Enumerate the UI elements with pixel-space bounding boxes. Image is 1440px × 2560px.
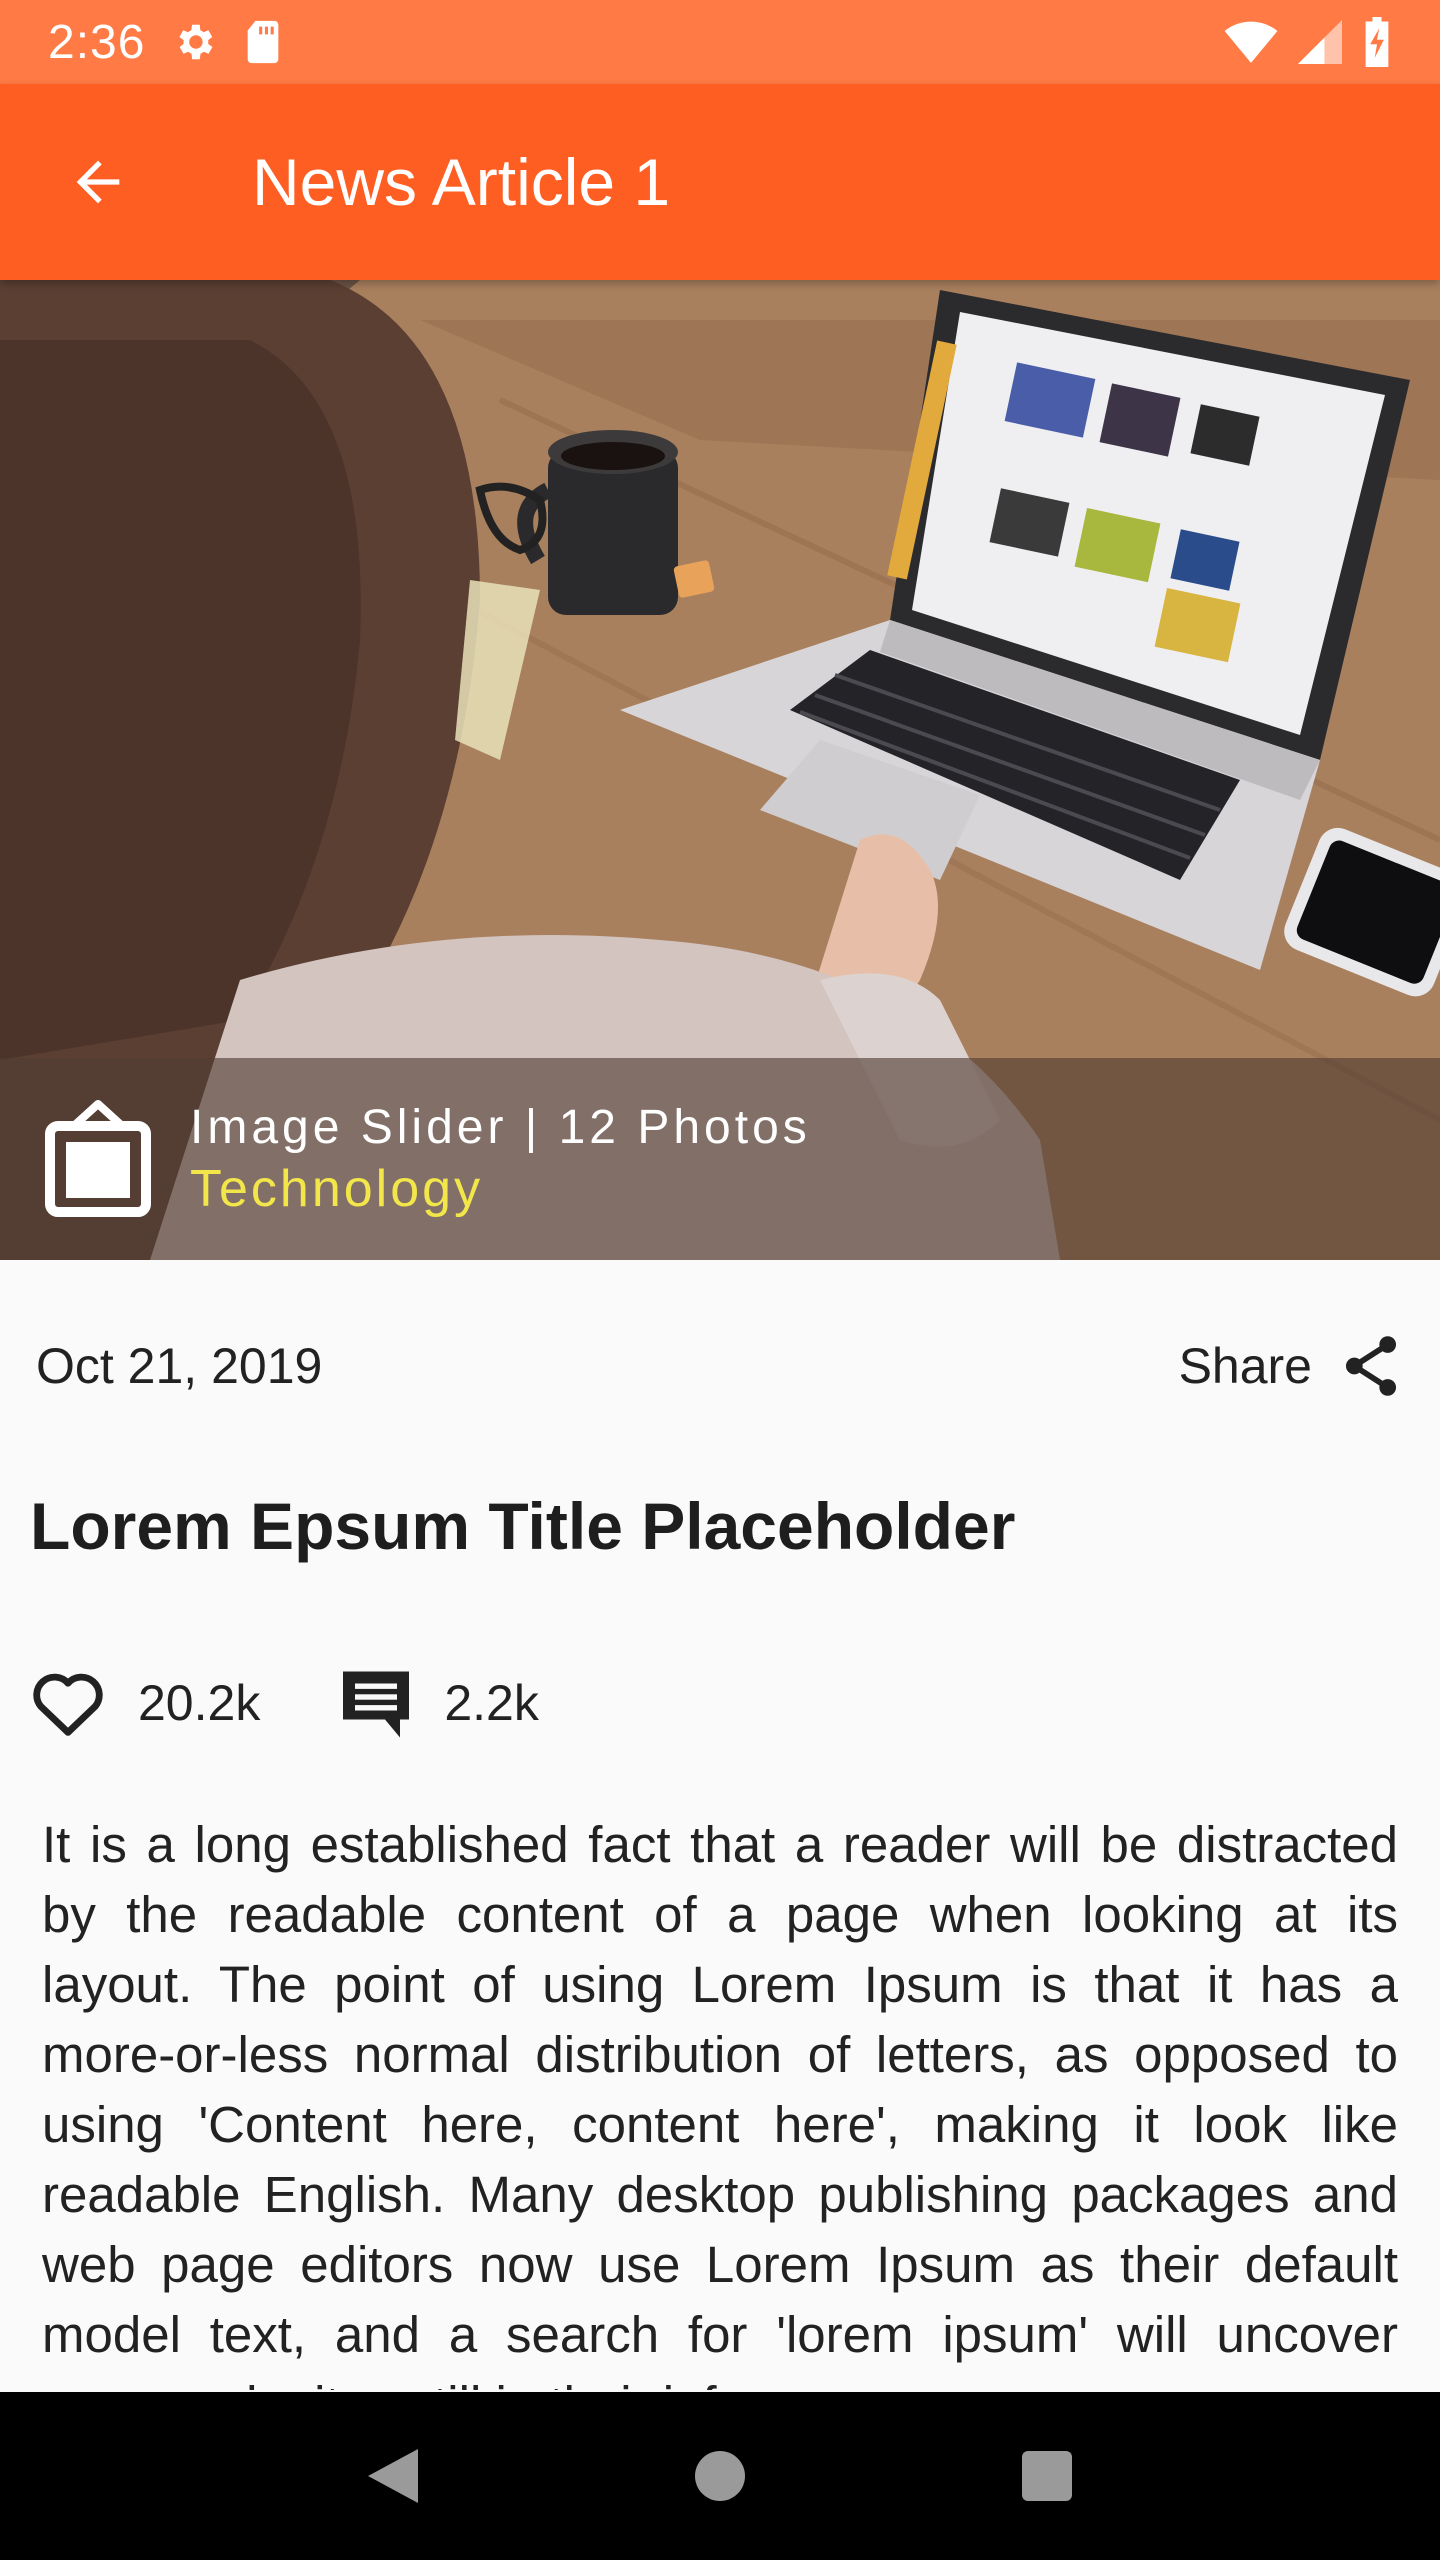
article-date: Oct 21, 2019 — [36, 1338, 323, 1394]
like-button[interactable]: 20.2k — [30, 1669, 260, 1737]
article-title: Lorem Epsum Title Placeholder — [30, 1489, 1016, 1563]
back-button[interactable] — [48, 132, 148, 232]
signal-icon — [1298, 20, 1342, 64]
app-bar: News Article 1 — [0, 84, 1440, 280]
wifi-icon — [1224, 20, 1278, 64]
arrow-back-icon — [76, 160, 120, 204]
stats-row: 20.2k 2.2k — [30, 1658, 539, 1748]
navigation-bar — [0, 2392, 1440, 2560]
nav-back-button[interactable] — [333, 2416, 453, 2536]
nav-recents-button[interactable] — [987, 2416, 1107, 2536]
share-icon — [1345, 1336, 1397, 1396]
gallery-caption: Image Slider | 12 Photos — [190, 1100, 811, 1154]
share-label: Share — [1178, 1338, 1312, 1394]
meta-row: Oct 21, 2019 Share — [36, 1326, 1400, 1406]
page-title: News Article 1 — [252, 145, 671, 219]
gear-icon — [171, 19, 217, 65]
heart-icon — [33, 1673, 103, 1736]
status-right — [1224, 17, 1392, 67]
category-label[interactable]: Technology — [190, 1159, 811, 1219]
status-time: 2:36 — [48, 15, 146, 69]
comment-button[interactable]: 2.2k — [340, 1668, 539, 1738]
caption-text: Image Slider | 12 Photos Technology — [190, 1100, 811, 1219]
back-triangle-icon — [368, 2449, 419, 2503]
like-count: 20.2k — [138, 1675, 261, 1731]
sd-card-icon — [243, 19, 283, 65]
comment-icon — [343, 1671, 410, 1738]
hero-image[interactable]: Image Slider | 12 Photos Technology — [0, 280, 1440, 1260]
comment-count: 2.2k — [444, 1675, 539, 1731]
battery-charging-icon — [1362, 17, 1392, 67]
gallery-icon — [42, 1100, 154, 1218]
hero-caption: Image Slider | 12 Photos Technology — [0, 1058, 1440, 1260]
status-left: 2:36 — [48, 15, 283, 70]
status-bar: 2:36 — [0, 0, 1440, 84]
recents-square-icon — [1021, 2451, 1072, 2501]
share-button[interactable]: Share — [1179, 1335, 1400, 1397]
article-body: It is a long established fact that a rea… — [42, 1816, 1398, 2390]
home-circle-icon — [694, 2451, 745, 2501]
nav-home-button[interactable] — [660, 2416, 780, 2536]
